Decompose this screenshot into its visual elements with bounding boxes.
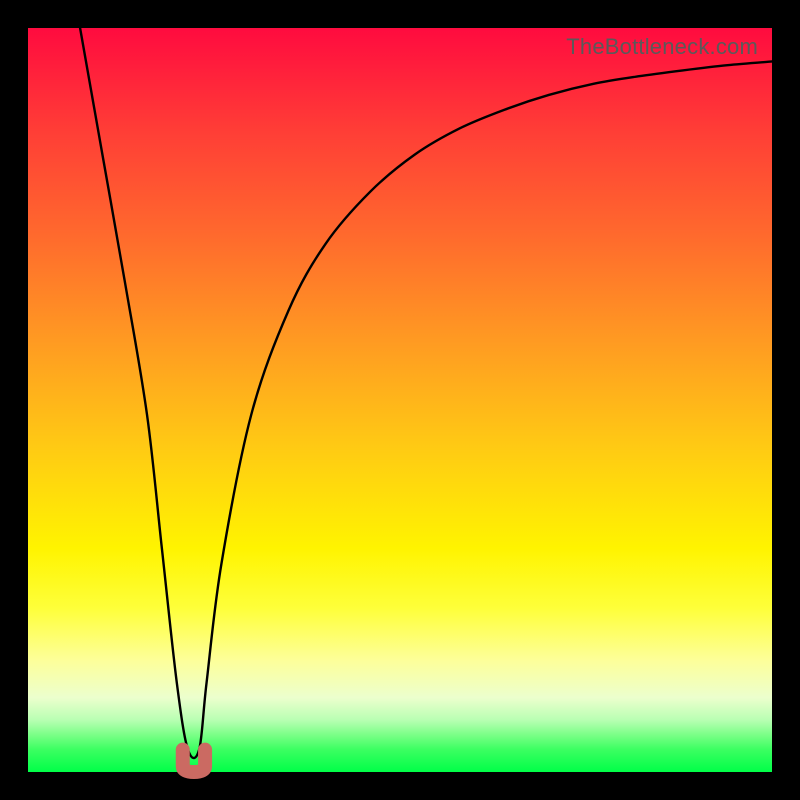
minimum-nub [183, 750, 205, 772]
chart-svg [28, 28, 772, 772]
bottleneck-curve [80, 28, 772, 758]
gradient-panel: TheBottleneck.com [28, 28, 772, 772]
